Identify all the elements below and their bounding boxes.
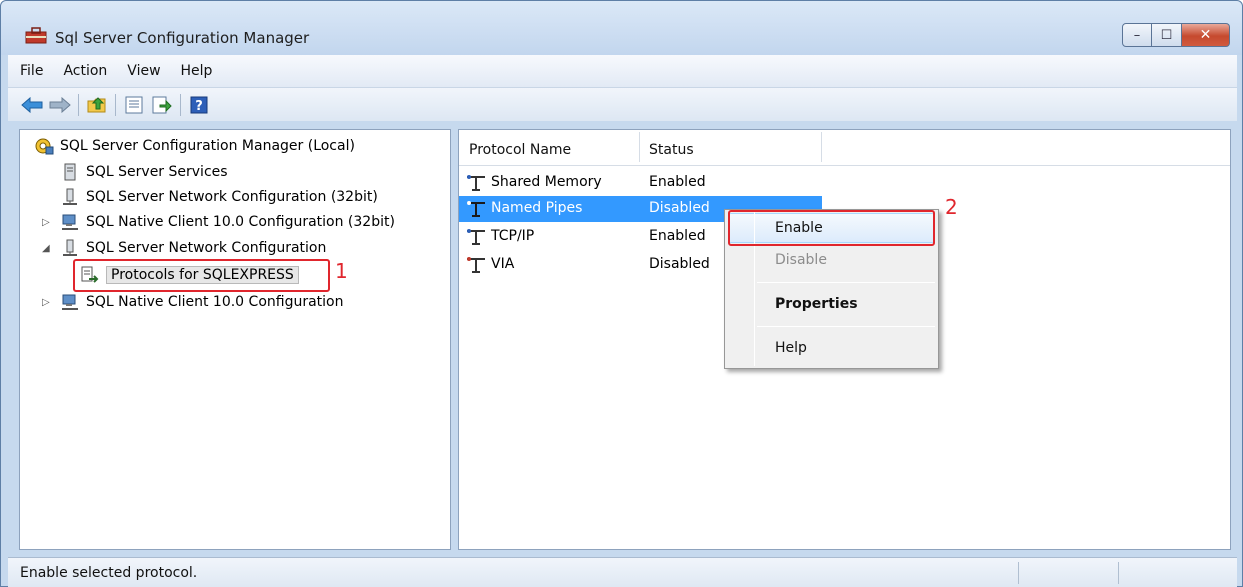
context-menu-separator <box>757 282 935 283</box>
protocol-name: Shared Memory <box>491 174 602 190</box>
status-bar: Enable selected protocol. <box>8 557 1237 587</box>
protocol-icon <box>467 175 485 191</box>
context-menu-properties[interactable]: Properties <box>775 296 858 312</box>
help-glyph: ? <box>195 99 203 114</box>
highlight-box-enable <box>728 210 935 246</box>
protocol-status: Enabled <box>649 174 706 190</box>
tree-item-native-client-32bit[interactable]: SQL Native Client 10.0 Configuration (32… <box>60 210 395 234</box>
network-config-icon <box>63 239 77 256</box>
protocol-icon <box>467 201 485 217</box>
properties-icon <box>125 96 143 113</box>
column-header-protocol-name[interactable]: Protocol Name <box>469 142 571 158</box>
forward-button[interactable] <box>48 93 72 117</box>
export-button[interactable] <box>150 93 174 117</box>
back-arrow-icon <box>21 96 43 113</box>
up-folder-icon <box>87 96 106 112</box>
tree-item-label: SQL Native Client 10.0 Configuration (32… <box>86 214 395 230</box>
tree-item-label: SQL Server Network Configuration (32bit) <box>86 189 378 205</box>
help-icon: ? <box>190 96 208 114</box>
close-icon: ✕ <box>1199 27 1212 43</box>
protocol-status: Disabled <box>649 256 710 272</box>
tree-view: SQL Server Configuration Manager (Local)… <box>20 130 450 549</box>
context-menu-separator <box>757 326 935 327</box>
protocol-name: VIA <box>491 256 515 272</box>
window-title: Sql Server Configuration Manager <box>55 29 310 47</box>
app-window: Sql Server Configuration Manager – ☐ ✕ F… <box>0 0 1243 587</box>
minimize-icon: – <box>1133 27 1141 43</box>
toolbar: ? <box>8 87 1237 121</box>
menu-action[interactable]: Action <box>61 61 109 81</box>
title-bar: Sql Server Configuration Manager – ☐ ✕ <box>1 1 1242 55</box>
protocol-status: Disabled <box>649 200 710 216</box>
callout-number-1: 1 <box>335 259 348 283</box>
help-button[interactable]: ? <box>187 93 211 117</box>
status-text: Enable selected protocol. <box>20 565 198 581</box>
forward-arrow-icon <box>49 96 71 113</box>
tree-item-label: SQL Server Services <box>86 164 228 180</box>
menu-file[interactable]: File <box>18 61 45 81</box>
menu-help[interactable]: Help <box>179 61 215 81</box>
column-header-status[interactable]: Status <box>649 142 694 158</box>
tree-item-network-config-32bit[interactable]: SQL Server Network Configuration (32bit) <box>60 185 378 209</box>
native-client-icon <box>62 214 78 230</box>
close-button[interactable]: ✕ <box>1182 23 1230 47</box>
protocol-status: Enabled <box>649 228 706 244</box>
up-folder-button[interactable] <box>85 93 109 117</box>
toolbox-icon <box>25 27 47 44</box>
protocol-name: Named Pipes <box>491 200 583 216</box>
status-divider <box>1018 562 1019 584</box>
tree-item-sql-server-services[interactable]: SQL Server Services <box>60 160 228 184</box>
menu-bar: File Action View Help <box>8 55 1237 87</box>
window-controls: – ☐ ✕ <box>1122 23 1230 47</box>
tree-item-network-config[interactable]: SQL Server Network Configuration <box>60 236 326 260</box>
context-menu-disable: Disable <box>775 252 827 268</box>
status-divider <box>1118 562 1119 584</box>
list-header: Protocol Name Status <box>459 130 1230 166</box>
properties-button[interactable] <box>122 93 146 117</box>
table-row[interactable]: Shared Memory Enabled <box>459 170 822 196</box>
network-config-icon <box>63 188 77 205</box>
collapse-arrow-icon[interactable]: ◢ <box>42 243 50 254</box>
console-tree[interactable]: SQL Server Configuration Manager (Local)… <box>19 129 451 550</box>
expand-arrow-icon[interactable]: ▷ <box>42 217 50 228</box>
expand-arrow-icon[interactable]: ▷ <box>42 297 50 308</box>
tree-item-label: SQL Server Network Configuration <box>86 240 327 256</box>
protocol-name: TCP/IP <box>491 228 535 244</box>
column-divider[interactable] <box>639 132 640 162</box>
context-menu-help[interactable]: Help <box>775 340 807 356</box>
toolbar-separator <box>115 93 116 116</box>
native-client-icon <box>62 294 78 310</box>
server-icon <box>64 163 76 181</box>
protocol-icon <box>467 257 485 273</box>
export-icon <box>152 96 172 113</box>
column-divider[interactable] <box>821 132 822 162</box>
back-button[interactable] <box>20 93 44 117</box>
menu-view[interactable]: View <box>125 61 162 81</box>
minimize-button[interactable]: – <box>1122 23 1152 47</box>
tree-root-label: SQL Server Configuration Manager (Local) <box>60 138 355 154</box>
toolbar-separator <box>180 93 181 116</box>
highlight-box-protocols <box>73 259 330 292</box>
tree-item-label: SQL Native Client 10.0 Configuration <box>86 294 344 310</box>
callout-number-2: 2 <box>945 195 958 219</box>
protocol-icon <box>467 229 485 245</box>
maximize-icon: ☐ <box>1160 27 1173 43</box>
maximize-button[interactable]: ☐ <box>1152 23 1182 47</box>
tree-root[interactable]: SQL Server Configuration Manager (Local) <box>34 134 355 158</box>
tree-item-native-client[interactable]: SQL Native Client 10.0 Configuration <box>60 290 343 314</box>
config-manager-icon <box>35 138 54 155</box>
toolbar-separator <box>78 93 79 116</box>
